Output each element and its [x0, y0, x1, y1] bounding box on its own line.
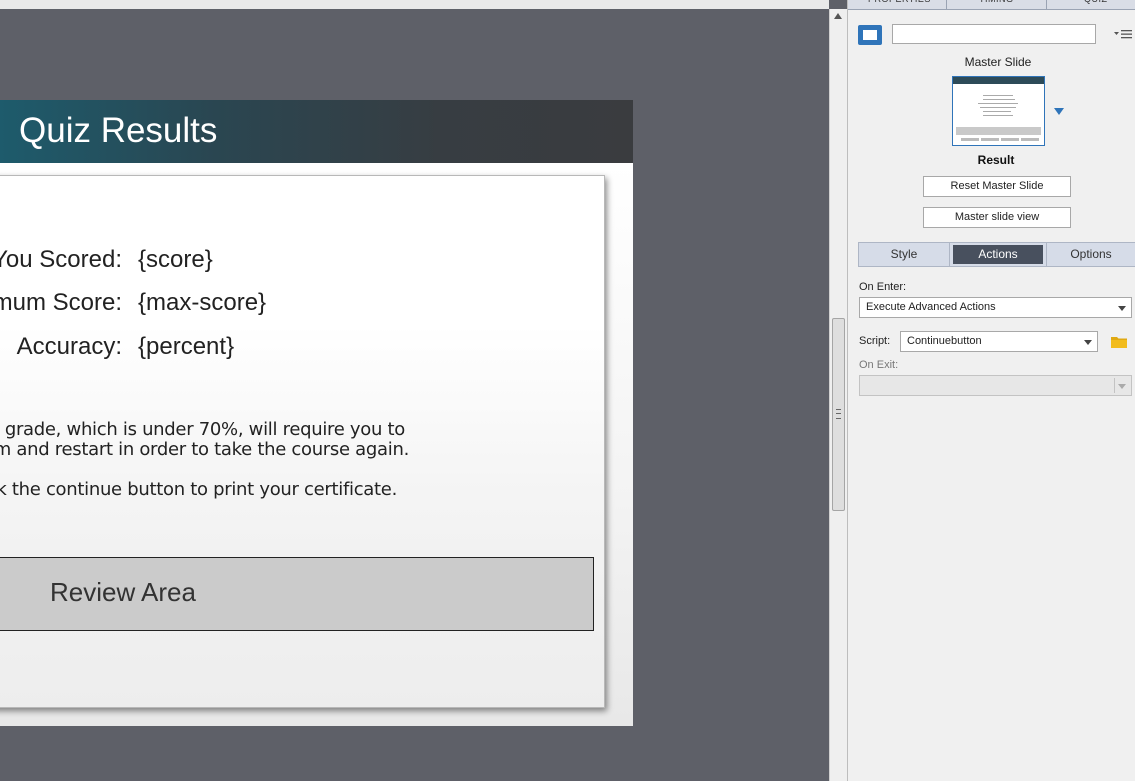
panel-menu-icon[interactable]: [1114, 28, 1134, 42]
slide-header: Quiz Results: [0, 100, 633, 163]
score-label: Maximum Score:: [0, 289, 122, 316]
folder-icon[interactable]: [1111, 336, 1127, 348]
thumbnail-line: [983, 95, 1013, 96]
properties-panel: PROPERTIES TIMING QUIZ Master Slide Resu…: [847, 0, 1135, 781]
tab-options[interactable]: Options: [1047, 243, 1135, 266]
message-line-2: exit the program and restart in order to…: [0, 439, 409, 460]
on-exit-dropdown[interactable]: [859, 375, 1132, 396]
tab-quiz[interactable]: QUIZ: [1084, 0, 1108, 8]
on-exit-label: On Exit:: [859, 359, 899, 371]
slide-title: Quiz Results: [19, 111, 218, 150]
thumbnail-review-area: [956, 127, 1041, 135]
chevron-down-icon[interactable]: [1054, 108, 1064, 115]
slide-icon: [858, 25, 882, 45]
stage-vertical-scrollbar[interactable]: [829, 9, 847, 781]
thumbnail-line: [978, 103, 1018, 104]
thumbnail-line: [983, 111, 1011, 112]
on-enter-dropdown[interactable]: Execute Advanced Actions: [859, 297, 1132, 318]
thumbnail-button: [961, 138, 979, 141]
tab-properties[interactable]: PROPERTIES: [868, 0, 931, 8]
thumbnail-button: [1021, 138, 1039, 141]
master-slide-label: Master Slide: [964, 55, 1032, 69]
results-card[interactable]: You Scored: {score} Maximum Score: {max-…: [0, 175, 605, 708]
slide-name-input[interactable]: [892, 24, 1096, 44]
score-row-accuracy: Accuracy: {percent}: [0, 333, 591, 363]
master-slide-name: Result: [977, 153, 1015, 167]
message-line-1: A failing grade, which is under 70%, wil…: [0, 419, 405, 440]
chevron-down-icon: [1084, 340, 1092, 345]
thumbnail-line: [983, 99, 1015, 100]
grip-icon: [836, 409, 841, 419]
master-slide-thumbnail[interactable]: [952, 76, 1045, 146]
score-value: {percent}: [138, 333, 235, 360]
tab-timing[interactable]: TIMING: [979, 0, 1014, 8]
tab-separator: [1046, 0, 1047, 9]
subtab-bar: Style Actions Options: [858, 242, 1135, 267]
score-value: {score}: [138, 246, 213, 273]
message-line-3: Otherwise, click the continue button to …: [0, 479, 397, 500]
on-enter-value: Execute Advanced Actions: [866, 301, 996, 313]
on-enter-label: On Enter:: [859, 281, 907, 293]
reset-master-slide-button[interactable]: Reset Master Slide: [923, 176, 1071, 197]
slide-canvas[interactable]: Quiz Results You Scored: {score} Maximum…: [0, 100, 633, 726]
score-label: You Scored:: [0, 246, 122, 273]
thumbnail-button: [1001, 138, 1019, 141]
chevron-down-icon: [1118, 384, 1126, 389]
score-label: Accuracy:: [16, 333, 122, 360]
script-label: Script:: [859, 335, 891, 347]
review-area[interactable]: Review Area: [0, 557, 594, 631]
tab-style[interactable]: Style: [859, 243, 949, 266]
scroll-up-arrow-icon[interactable]: [834, 13, 842, 19]
thumbnail-button: [981, 138, 999, 141]
slide-stage: Quiz Results You Scored: {score} Maximum…: [0, 9, 829, 781]
score-row-you-scored: You Scored: {score}: [0, 246, 591, 276]
script-value: Continuebutton: [907, 335, 982, 347]
thumbnail-line: [983, 115, 1013, 116]
subtab-separator: [949, 243, 950, 266]
master-slide-view-button[interactable]: Master slide view: [923, 207, 1071, 228]
tab-separator: [946, 0, 947, 9]
panel-tab-bar: PROPERTIES TIMING QUIZ: [848, 0, 1135, 10]
thumbnail-line: [980, 107, 1016, 108]
script-dropdown[interactable]: Continuebutton: [900, 331, 1098, 352]
score-value: {max-score}: [138, 289, 267, 316]
chevron-down-icon: [1118, 306, 1126, 311]
score-row-maximum-score: Maximum Score: {max-score}: [0, 289, 591, 319]
tab-actions[interactable]: Actions: [953, 245, 1043, 264]
thumbnail-header: [953, 77, 1044, 84]
scrollbar-thumb[interactable]: [832, 318, 845, 511]
review-area-label: Review Area: [50, 577, 196, 607]
dropdown-separator: [1114, 378, 1115, 393]
